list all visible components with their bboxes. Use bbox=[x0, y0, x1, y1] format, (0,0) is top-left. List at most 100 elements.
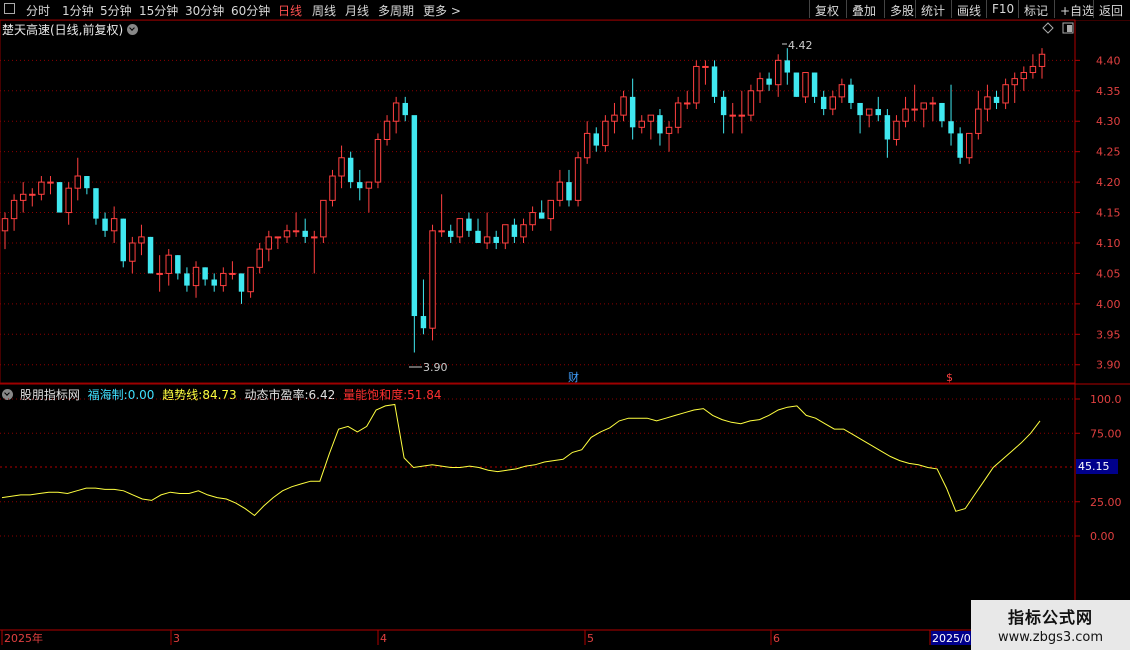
indicator-label-pe: 动态市盈率: bbox=[244, 388, 309, 402]
stats-button[interactable]: 统计 bbox=[915, 0, 951, 18]
watermark-title: 指标公式网 bbox=[1007, 608, 1093, 627]
candle-body-down bbox=[238, 273, 245, 292]
candle-body-up bbox=[338, 157, 345, 177]
candle-body-up bbox=[647, 114, 655, 122]
candle-body-up bbox=[1038, 53, 1046, 67]
candle-body-up bbox=[838, 84, 846, 98]
indicator-tick: 75.00 bbox=[1090, 427, 1122, 440]
tab-5min[interactable]: 5分钟 bbox=[100, 2, 132, 19]
candle-body-up bbox=[320, 199, 327, 238]
indicator-value-fuhai: 0.00 bbox=[127, 388, 155, 402]
candle-body-down bbox=[447, 230, 454, 237]
overlay-button[interactable]: 叠加 bbox=[846, 0, 884, 18]
indicator-tick: 25.00 bbox=[1090, 496, 1122, 509]
candle-body-up bbox=[483, 236, 491, 244]
tab-15min[interactable]: 15分钟 bbox=[139, 2, 178, 19]
candle-body-down bbox=[120, 218, 126, 262]
candle-body-up bbox=[383, 120, 391, 140]
candle-body-up bbox=[583, 132, 591, 159]
candle-body-down bbox=[357, 182, 363, 189]
candle-body-down bbox=[784, 60, 791, 73]
date-tick: 2025年 bbox=[4, 631, 43, 645]
window-menu-icon[interactable] bbox=[4, 3, 15, 14]
candle-body-up bbox=[38, 181, 45, 195]
tab-fenshi[interactable]: 分时 bbox=[26, 2, 50, 19]
diamond-icon[interactable] bbox=[1042, 22, 1054, 34]
candle-body-up bbox=[556, 181, 564, 201]
indicator-tick: 0.00 bbox=[1090, 530, 1115, 543]
chevron-down-icon[interactable] bbox=[127, 24, 139, 35]
candle-body-up bbox=[129, 242, 136, 262]
tab-more[interactable]: 更多 > bbox=[423, 2, 461, 19]
high-marker: 4.42 bbox=[782, 39, 813, 52]
price-tick: 4.40 bbox=[1096, 54, 1121, 67]
back-button[interactable]: 返回 bbox=[1093, 0, 1130, 18]
tab-60min[interactable]: 60分钟 bbox=[231, 2, 270, 19]
tab-monthly[interactable]: 月线 bbox=[345, 2, 369, 19]
candle-body-up bbox=[247, 266, 254, 293]
candle-body-down bbox=[184, 273, 190, 286]
candle-body-up bbox=[374, 138, 382, 183]
candle-body-up bbox=[329, 175, 336, 201]
candle-body-up bbox=[738, 114, 746, 117]
event-marker-s: $ bbox=[946, 371, 953, 384]
candle-body-down bbox=[848, 84, 854, 103]
candle-body-up bbox=[702, 65, 709, 68]
stock-title: 楚天高速(日线,前复权) bbox=[2, 23, 124, 37]
tab-daily[interactable]: 日线 bbox=[278, 2, 302, 19]
tab-weekly[interactable]: 周线 bbox=[312, 2, 336, 19]
candle-body-up bbox=[774, 59, 782, 86]
candle-body-down bbox=[793, 72, 800, 97]
indicator-label-volume: 量能饱和度: bbox=[343, 388, 408, 402]
candle-body-up bbox=[574, 157, 582, 201]
date-tick: 4 bbox=[380, 632, 387, 645]
candle-body-down bbox=[493, 236, 499, 243]
add-watchlist-button[interactable]: +自选 bbox=[1054, 0, 1094, 18]
candle-body-down bbox=[420, 316, 427, 329]
candle-body-down bbox=[948, 121, 954, 134]
candle-body-down bbox=[402, 102, 408, 116]
candle-body-down bbox=[347, 157, 354, 183]
candle-body-up bbox=[893, 120, 900, 140]
candle-body-up bbox=[529, 212, 536, 226]
candle-body-up bbox=[156, 272, 163, 275]
candle-body-up bbox=[311, 236, 318, 239]
price-tick: 3.90 bbox=[1096, 359, 1121, 372]
tab-30min[interactable]: 30分钟 bbox=[185, 2, 224, 19]
candle-body-up bbox=[611, 114, 618, 122]
candle-body-up bbox=[74, 175, 82, 189]
kline-chart: 4.40 4.35 4.30 4.25 4.20 4.15 4.10 4.05 4.00 3.95… bbox=[0, 19, 1130, 645]
indicator-header: 股朋指标网 福海制:0.00 趋势线:84.73 动态市盈率:6.42 量能饱和… bbox=[2, 386, 446, 403]
indicator-menu-icon[interactable] bbox=[2, 389, 13, 400]
candle-body-down bbox=[566, 182, 572, 201]
price-tick: 3.95 bbox=[1096, 328, 1121, 341]
candle-body-down bbox=[302, 230, 308, 237]
fuquan-button[interactable]: 复权 bbox=[809, 0, 846, 18]
draw-line-button[interactable]: 画线 bbox=[951, 0, 986, 18]
candle-body-up bbox=[802, 72, 809, 98]
candle-body-down bbox=[875, 109, 881, 116]
candle-body-up bbox=[674, 102, 682, 128]
indicator-name[interactable]: 股朋指标网 bbox=[20, 388, 80, 402]
f10-button[interactable]: F10 bbox=[986, 0, 1018, 18]
candle-body-down bbox=[202, 267, 208, 280]
candle-body-down bbox=[657, 115, 663, 134]
tab-1min[interactable]: 1分钟 bbox=[62, 2, 94, 19]
tab-multi-period[interactable]: 多周期 bbox=[378, 2, 414, 19]
candle-body-down bbox=[957, 133, 963, 158]
price-tick: 4.35 bbox=[1096, 85, 1121, 98]
candle-body-up bbox=[1029, 65, 1037, 74]
price-tick: 4.15 bbox=[1096, 207, 1121, 220]
candle-body-up bbox=[220, 272, 227, 287]
mark-button[interactable]: 标记 bbox=[1018, 0, 1054, 18]
candle-body-up bbox=[265, 236, 273, 250]
low-label: 3.90 bbox=[423, 361, 448, 374]
candle-body-down bbox=[175, 255, 181, 274]
candle-body-down bbox=[993, 96, 1000, 103]
candle-body-down bbox=[857, 102, 863, 116]
low-marker: 3.90 bbox=[409, 361, 448, 374]
candle-body-up bbox=[756, 78, 764, 92]
candle-body-up bbox=[1020, 72, 1028, 80]
chart-title-row: 楚天高速(日线,前复权) bbox=[2, 21, 139, 38]
candle-body-down bbox=[538, 212, 545, 219]
